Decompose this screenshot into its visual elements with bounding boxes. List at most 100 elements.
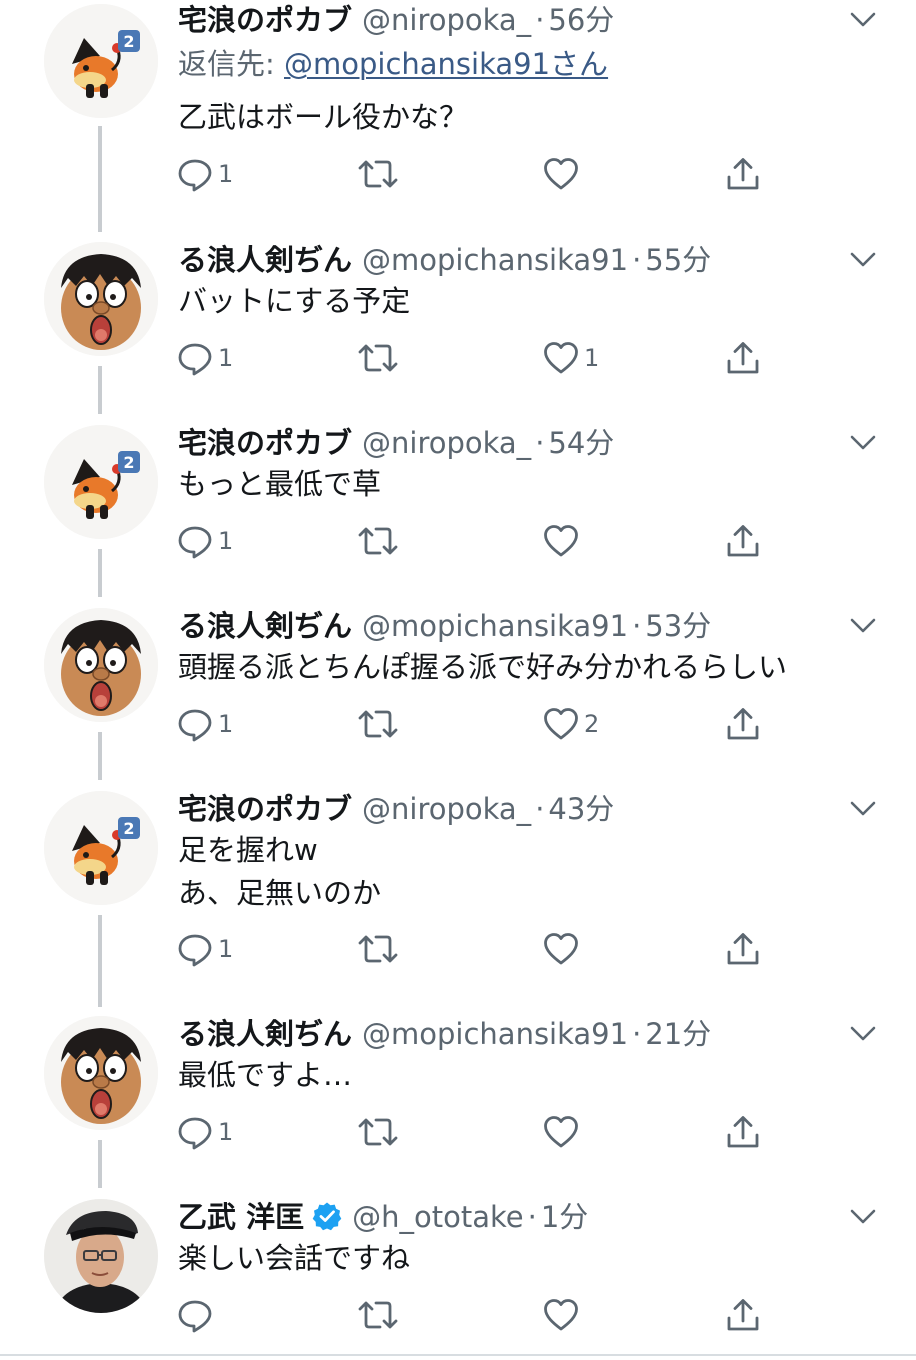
timestamp[interactable]: 55分 bbox=[645, 243, 711, 277]
reply-count: 1 bbox=[218, 160, 234, 188]
retweet-button[interactable] bbox=[356, 927, 404, 971]
reply-to-link[interactable]: @mopichansika91さん bbox=[284, 47, 608, 81]
share-icon bbox=[727, 1116, 759, 1148]
user-handle[interactable]: @h_ototake bbox=[352, 1200, 523, 1234]
user-handle[interactable]: @mopichansika91 bbox=[362, 609, 628, 643]
chevron-down-icon[interactable] bbox=[848, 4, 878, 34]
tweet-text: 乙武はボール役かな？ bbox=[178, 96, 468, 139]
tweet-text: 足を握れw あ、足無いのか bbox=[178, 829, 381, 915]
like-button[interactable] bbox=[542, 1293, 584, 1337]
reply-button[interactable]: 1 bbox=[176, 336, 233, 380]
tweet-actions: 1 bbox=[0, 927, 916, 971]
like-button[interactable]: 1 bbox=[542, 336, 599, 380]
tweet-text-line: あ、足無いのか bbox=[178, 876, 382, 910]
like-button[interactable] bbox=[542, 1110, 584, 1154]
user-handle[interactable]: @mopichansika91 bbox=[362, 1017, 628, 1051]
tweet-text-line: 乙武はボール役かな？ bbox=[178, 100, 469, 134]
retweet-icon bbox=[358, 344, 398, 372]
retweet-icon bbox=[358, 527, 398, 555]
reply-button[interactable] bbox=[176, 1293, 218, 1337]
reply-button[interactable]: 1 bbox=[176, 927, 233, 971]
reply-button[interactable]: 1 bbox=[176, 152, 233, 196]
like-count: 1 bbox=[584, 344, 600, 372]
share-button[interactable] bbox=[724, 336, 762, 380]
chevron-down-icon[interactable] bbox=[848, 610, 878, 640]
reply-icon bbox=[178, 343, 212, 376]
timestamp[interactable]: 54分 bbox=[548, 426, 614, 460]
display-name[interactable]: 宅浪のポカブ bbox=[178, 792, 352, 826]
retweet-icon bbox=[358, 710, 398, 738]
reply-count: 1 bbox=[218, 710, 234, 738]
display-name[interactable]: る浪人剣ぢん bbox=[178, 243, 352, 277]
share-button[interactable] bbox=[724, 152, 762, 196]
share-button[interactable] bbox=[724, 702, 762, 746]
reply-icon bbox=[178, 159, 212, 192]
retweet-button[interactable] bbox=[356, 336, 404, 380]
user-handle[interactable]: @niropoka_ bbox=[362, 792, 531, 826]
reply-icon bbox=[178, 1117, 212, 1150]
tweet-header: 宅浪のポカブ @niropoka_ · 56分 bbox=[178, 0, 614, 40]
display-name[interactable]: る浪人剣ぢん bbox=[178, 1017, 352, 1051]
reply-button[interactable]: 1 bbox=[176, 519, 233, 563]
like-button[interactable] bbox=[542, 519, 584, 563]
tweet-actions: 1 bbox=[0, 1110, 916, 1154]
share-button[interactable] bbox=[724, 1293, 762, 1337]
like-icon bbox=[544, 1116, 578, 1148]
user-handle[interactable]: @niropoka_ bbox=[362, 426, 531, 460]
display-name[interactable]: 乙武 洋匡 bbox=[178, 1200, 304, 1234]
share-icon bbox=[727, 525, 759, 557]
tweet-header: る浪人剣ぢん @mopichansika91 · 55分 bbox=[178, 240, 711, 280]
timestamp[interactable]: 1分 bbox=[541, 1200, 588, 1234]
retweet-button[interactable] bbox=[356, 1110, 404, 1154]
share-button[interactable] bbox=[724, 1110, 762, 1154]
retweet-button[interactable] bbox=[356, 152, 404, 196]
pokabu-avatar[interactable]: 2 bbox=[44, 4, 158, 118]
reply-button[interactable]: 1 bbox=[176, 1110, 233, 1154]
pokabu-avatar[interactable]: 2 bbox=[44, 791, 158, 905]
user-handle[interactable]: @niropoka_ bbox=[362, 3, 531, 37]
chevron-down-icon[interactable] bbox=[848, 1201, 878, 1231]
like-button[interactable] bbox=[542, 927, 584, 971]
tweet-text: バットにする予定 bbox=[178, 280, 410, 323]
tweet-text-line: 足を握れw bbox=[178, 833, 318, 867]
share-icon bbox=[727, 708, 759, 740]
reply-icon bbox=[178, 934, 212, 967]
retweet-button[interactable] bbox=[356, 702, 404, 746]
timestamp[interactable]: 43分 bbox=[548, 792, 614, 826]
separator-dot: · bbox=[535, 426, 545, 460]
retweet-button[interactable] bbox=[356, 1293, 404, 1337]
like-icon bbox=[544, 933, 578, 965]
reply-button[interactable]: 1 bbox=[176, 702, 233, 746]
tweet-actions bbox=[0, 1293, 916, 1337]
like-icon bbox=[544, 525, 578, 557]
chevron-down-icon[interactable] bbox=[848, 793, 878, 823]
like-button[interactable] bbox=[542, 152, 584, 196]
timestamp[interactable]: 21分 bbox=[645, 1017, 711, 1051]
reply-count: 1 bbox=[218, 935, 234, 963]
display-name[interactable]: る浪人剣ぢん bbox=[178, 609, 352, 643]
chevron-down-icon[interactable] bbox=[848, 1018, 878, 1048]
retweet-button[interactable] bbox=[356, 519, 404, 563]
svg-text:2: 2 bbox=[123, 32, 134, 51]
like-icon bbox=[544, 342, 578, 374]
share-icon bbox=[727, 342, 759, 374]
display-name[interactable]: 宅浪のポカブ bbox=[178, 426, 352, 460]
like-button[interactable]: 2 bbox=[542, 702, 599, 746]
svg-text:2: 2 bbox=[123, 819, 134, 838]
share-button[interactable] bbox=[724, 927, 762, 971]
tweet-header: 乙武 洋匡 @h_ototake · 1分 bbox=[178, 1197, 588, 1237]
tweet-header: 宅浪のポカブ @niropoka_ · 43分 bbox=[178, 789, 614, 829]
share-icon bbox=[727, 933, 759, 965]
display-name[interactable]: 宅浪のポカブ bbox=[178, 3, 352, 37]
retweet-icon bbox=[358, 935, 398, 963]
tweet-text: 楽しい会話ですね bbox=[178, 1237, 410, 1280]
timestamp[interactable]: 53分 bbox=[645, 609, 711, 643]
separator-dot: · bbox=[535, 792, 545, 826]
user-handle[interactable]: @mopichansika91 bbox=[362, 243, 628, 277]
timestamp[interactable]: 56分 bbox=[548, 3, 614, 37]
like-icon bbox=[544, 708, 578, 740]
chevron-down-icon[interactable] bbox=[848, 427, 878, 457]
share-button[interactable] bbox=[724, 519, 762, 563]
like-icon bbox=[544, 158, 578, 190]
chevron-down-icon[interactable] bbox=[848, 244, 878, 274]
